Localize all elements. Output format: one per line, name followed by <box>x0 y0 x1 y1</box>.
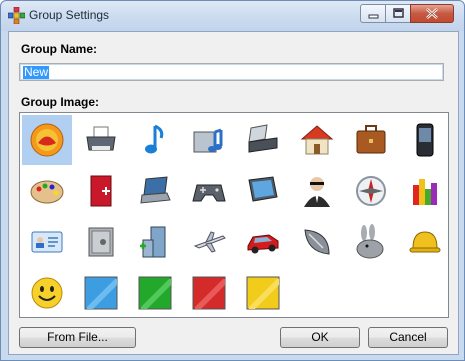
icon-tile-house[interactable] <box>292 115 342 165</box>
yellow-square-icon <box>246 276 280 310</box>
icon-tile-blue-square[interactable] <box>76 268 126 318</box>
icon-tile-smiley-face[interactable] <box>22 268 72 318</box>
app-icon <box>8 7 25 24</box>
group-image-grid[interactable] <box>19 112 449 318</box>
airplane-icon <box>193 231 226 253</box>
icon-tile-red-book[interactable] <box>76 166 126 216</box>
id-card-icon <box>31 231 63 253</box>
icon-tile-music-note[interactable] <box>130 115 180 165</box>
printer-icon <box>86 126 116 151</box>
group-name-label: Group Name: <box>21 42 98 56</box>
icon-tile-green-square[interactable] <box>130 268 180 318</box>
group-name-value: New <box>23 65 50 79</box>
group-name-input[interactable]: New <box>19 63 444 81</box>
icon-tile-hard-hat[interactable] <box>400 217 450 267</box>
smiley-face-icon <box>31 277 63 309</box>
icon-tile-briefcase[interactable] <box>346 115 396 165</box>
safe-icon <box>88 227 114 257</box>
icon-tile-mobile-phone[interactable] <box>400 115 450 165</box>
gamepad-icon <box>192 184 226 202</box>
green-square-icon <box>138 276 172 310</box>
rabbit-icon <box>356 224 384 259</box>
from-file-button[interactable]: From File... <box>19 327 136 348</box>
bar-chart-icon <box>413 179 437 205</box>
icon-tile-laptop[interactable] <box>130 166 180 216</box>
laptop-icon <box>140 176 171 204</box>
house-icon <box>300 125 334 155</box>
group-settings-window: Group Settings Group Name: New Group Ima… <box>0 0 465 361</box>
icon-tile-paint-palette[interactable] <box>22 166 72 216</box>
fruit-bowl-icon <box>30 123 64 157</box>
dialog-body: Group Name: New Group Image: From File..… <box>8 31 459 355</box>
icon-tile-airplane[interactable] <box>184 217 234 267</box>
icon-tile-office-building[interactable] <box>130 217 180 267</box>
icon-tile-scanner[interactable] <box>238 115 288 165</box>
satellite-dish-icon <box>304 229 330 255</box>
icon-tile-rabbit[interactable] <box>346 217 396 267</box>
title-bar[interactable]: Group Settings <box>1 1 464 31</box>
icon-tile-safe[interactable] <box>76 217 126 267</box>
monitor-icon <box>248 176 278 202</box>
icon-tile-printer[interactable] <box>76 115 126 165</box>
close-button[interactable] <box>410 4 454 23</box>
icon-tile-yellow-square[interactable] <box>238 268 288 318</box>
icon-tile-compass[interactable] <box>346 166 396 216</box>
office-building-icon <box>140 226 166 258</box>
ok-button[interactable]: OK <box>280 327 360 348</box>
mobile-phone-icon <box>416 123 434 157</box>
compass-icon <box>356 176 386 206</box>
icon-tile-red-square[interactable] <box>184 268 234 318</box>
minimize-button[interactable] <box>360 4 387 23</box>
icon-tile-spy-user[interactable] <box>292 166 342 216</box>
group-image-label: Group Image: <box>21 95 100 109</box>
briefcase-icon <box>356 125 386 154</box>
icon-tile-bar-chart[interactable] <box>400 166 450 216</box>
red-square-icon <box>192 276 226 310</box>
icon-tile-fruit-bowl[interactable] <box>22 115 72 165</box>
hard-hat-icon <box>409 231 441 253</box>
spy-user-icon <box>304 177 330 207</box>
icon-tile-music-folder[interactable] <box>184 115 234 165</box>
close-icon <box>426 8 438 19</box>
maximize-icon <box>393 8 404 18</box>
music-folder-icon <box>193 128 223 153</box>
icon-tile-id-card[interactable] <box>22 217 72 267</box>
icon-tile-red-car[interactable] <box>238 217 288 267</box>
minimize-icon <box>368 14 379 19</box>
paint-palette-icon <box>30 180 64 204</box>
icon-tile-gamepad[interactable] <box>184 166 234 216</box>
red-book-icon <box>90 175 112 207</box>
cancel-button[interactable]: Cancel <box>368 327 448 348</box>
blue-square-icon <box>84 276 118 310</box>
icon-tile-satellite-dish[interactable] <box>292 217 342 267</box>
music-note-icon <box>145 124 164 154</box>
icon-tile-monitor[interactable] <box>238 166 288 216</box>
window-title: Group Settings <box>29 8 110 22</box>
red-car-icon <box>247 234 279 254</box>
scanner-icon <box>248 124 278 153</box>
maximize-button[interactable] <box>385 4 412 23</box>
